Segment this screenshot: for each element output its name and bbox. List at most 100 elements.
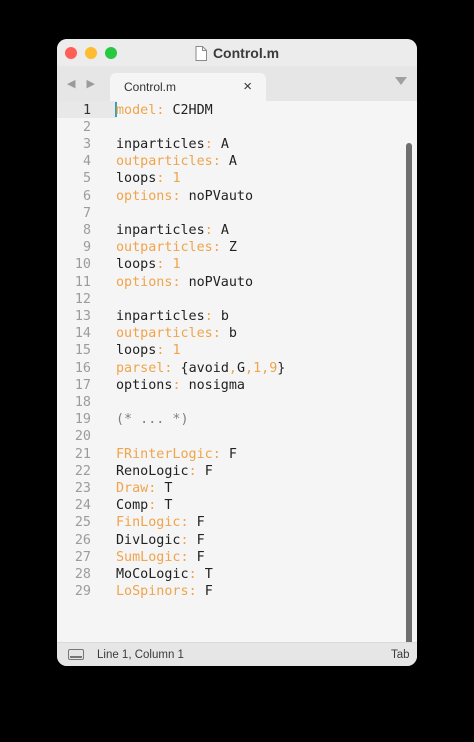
window-title: Control.m xyxy=(212,45,280,61)
code-editor[interactable]: 1 2 3 4 5 6 7 8 9 10 11 12 13 14 15 16 17 18 19 20 21 22 23 24 2… xyxy=(57,101,417,666)
code-line: parsel: {avoid,G,1,9} xyxy=(116,360,286,376)
code-key: DivLogic xyxy=(116,532,181,548)
line-number: 28 xyxy=(74,566,91,582)
code-key: inparticles xyxy=(116,222,205,238)
line-number: 24 xyxy=(74,498,91,514)
panel-toggle-icon[interactable] xyxy=(68,649,84,660)
line-number-gutter: 1 2 3 4 5 6 7 8 9 10 11 12 13 14 15 16 17 18 19 20 21 22 23 24 2… xyxy=(57,101,114,642)
code-key: LoSpinors xyxy=(116,584,189,600)
code-key: SumLogic xyxy=(116,549,181,565)
code-key: inparticles xyxy=(116,136,205,152)
line-number: 14 xyxy=(74,326,91,342)
code-value: 1 xyxy=(172,257,181,273)
code-value: b xyxy=(220,308,229,324)
code-value: F xyxy=(228,446,237,462)
code-key: options xyxy=(116,377,173,393)
code-line: outparticles: Z xyxy=(116,240,237,256)
tab-close-icon[interactable]: × xyxy=(243,78,252,96)
code-line: loops: 1 xyxy=(116,171,181,187)
tab-bar: ◀ ▶ Control.m × xyxy=(57,66,417,101)
code-key: MoCoLogic xyxy=(116,566,189,582)
line-number: 12 xyxy=(74,291,91,307)
code-line: outparticles: A xyxy=(116,154,237,170)
line-number: 23 xyxy=(74,480,91,496)
code-line: SumLogic: F xyxy=(116,549,205,565)
cursor-position[interactable]: Line 1, Column 1 xyxy=(97,649,184,661)
code-key: options xyxy=(116,274,173,290)
code-line: Draw: T xyxy=(116,480,173,496)
line-number: 29 xyxy=(74,584,91,600)
code-value: F xyxy=(204,463,213,479)
document-icon xyxy=(195,45,207,61)
code-line: (* ... *) xyxy=(116,411,189,428)
code-value: F xyxy=(196,532,205,548)
code-line: options: nosigma xyxy=(116,377,245,393)
line-number: 10 xyxy=(74,257,91,273)
line-number: 21 xyxy=(74,446,91,462)
code-line: LoSpinors: F xyxy=(116,584,213,600)
code-line: loops: 1 xyxy=(116,257,181,273)
code-line: options: noPVauto xyxy=(116,188,254,204)
code-line: options: noPVauto xyxy=(116,274,254,290)
line-number: 5 xyxy=(82,171,91,187)
code-key: loops xyxy=(116,257,157,273)
code-value: T xyxy=(164,498,173,514)
code-value: C2HDM xyxy=(172,102,213,118)
vertical-scrollbar[interactable] xyxy=(406,143,412,666)
code-key: model xyxy=(116,102,157,118)
title-bar[interactable]: Control.m xyxy=(57,39,417,66)
line-number: 11 xyxy=(74,274,91,290)
line-number: 20 xyxy=(74,429,91,445)
code-value: F xyxy=(204,584,213,600)
line-number: 19 xyxy=(74,412,91,428)
code-key: loops xyxy=(116,343,157,359)
code-value: 1 xyxy=(172,171,181,187)
code-line: Comp: T xyxy=(116,498,173,514)
code-line: outparticles: b xyxy=(116,326,237,342)
code-value: A xyxy=(220,222,229,238)
line-number: 4 xyxy=(82,154,91,170)
tab-nav-arrows-icon[interactable]: ◀ ▶ xyxy=(67,77,99,90)
tab-list-dropdown-icon[interactable] xyxy=(395,77,407,85)
line-number: 17 xyxy=(74,377,91,393)
code-value: b xyxy=(228,326,237,342)
code-value: A xyxy=(220,136,229,152)
code-value: F xyxy=(196,549,205,565)
code-key: outparticles xyxy=(116,326,213,342)
line-number: 15 xyxy=(74,343,91,359)
scrollbar-thumb[interactable] xyxy=(406,143,412,666)
line-number: 8 xyxy=(82,222,91,238)
tab-control-m[interactable]: Control.m × xyxy=(110,73,266,101)
line-number: 16 xyxy=(74,360,91,376)
code-line: MoCoLogic: T xyxy=(116,566,213,582)
tab-size-indicator[interactable]: Tab xyxy=(391,649,417,661)
code-line: inparticles: A xyxy=(116,222,229,238)
line-number: 6 xyxy=(82,188,91,204)
code-key: RenoLogic xyxy=(116,463,189,479)
code-line: FRinterLogic: F xyxy=(116,446,237,462)
code-key: outparticles xyxy=(116,240,213,256)
code-key: options xyxy=(116,188,173,204)
code-line: RenoLogic: F xyxy=(116,463,213,479)
line-number: 7 xyxy=(82,205,91,221)
code-key: inparticles xyxy=(116,308,205,324)
line-number: 3 xyxy=(82,136,91,152)
code-value: T xyxy=(204,566,213,582)
code-value: nosigma xyxy=(188,377,245,393)
line-number: 2 xyxy=(82,119,91,135)
code-value: 1 xyxy=(172,343,181,359)
code-value: noPVauto xyxy=(188,274,254,290)
line-number: 18 xyxy=(74,394,91,410)
code-line: DivLogic: F xyxy=(116,532,205,548)
code-value: F xyxy=(196,515,205,531)
code-value: Z xyxy=(228,240,237,256)
code-comment: (* ... *) xyxy=(116,412,189,428)
status-bar: Line 1, Column 1 Tab xyxy=(57,642,417,666)
line-number: 25 xyxy=(74,515,91,531)
code-value: {avoid,G,1,9} xyxy=(180,360,286,376)
code-key: Draw xyxy=(116,480,149,496)
editor-window: Control.m ◀ ▶ Control.m × 1 2 3 4 5 6 7 8 9 10 11 1… xyxy=(57,39,417,666)
code-key: FRinterLogic xyxy=(116,446,213,462)
code-line: inparticles: A xyxy=(116,136,229,152)
code-key: Comp xyxy=(116,498,149,514)
